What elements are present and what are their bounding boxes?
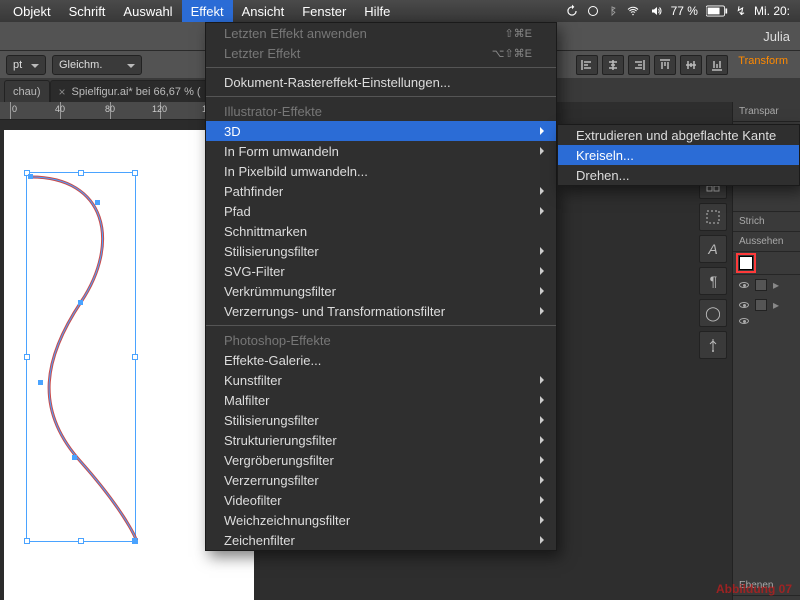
menu-item[interactable]: Weichzeichnungsfilter xyxy=(206,510,556,530)
menu-item[interactable]: In Form umwandeln xyxy=(206,141,556,161)
panel-tab-transparency[interactable]: Transpar xyxy=(739,106,779,117)
menu-item[interactable]: Verkrümmungsfilter xyxy=(206,281,556,301)
document-tab[interactable]: chau) xyxy=(4,80,50,102)
align-bottom-icon[interactable] xyxy=(706,55,728,75)
panel-icon-appearance[interactable]: ◯ xyxy=(699,299,727,327)
ruler-tick: 80 xyxy=(105,104,115,114)
user-label: Julia xyxy=(763,29,790,44)
visibility-icon[interactable] xyxy=(739,282,749,288)
menu-item[interactable]: Schnittmarken xyxy=(206,221,556,241)
stroke-profile-dropdown[interactable]: Gleichm. xyxy=(52,55,142,75)
chevron-right-icon[interactable]: ▸ xyxy=(773,298,779,312)
macos-menubar: Objekt Schrift Auswahl Effekt Ansicht Fe… xyxy=(0,0,800,22)
circle-icon xyxy=(587,5,599,17)
menu-objekt[interactable]: Objekt xyxy=(4,0,60,22)
ruler-tick: 40 xyxy=(55,104,65,114)
menu-item[interactable]: Zeichenfilter xyxy=(206,530,556,550)
align-center-icon[interactable] xyxy=(602,55,624,75)
clock: Mi. 20: xyxy=(754,4,790,18)
layer-swatch[interactable] xyxy=(755,299,767,311)
menu-item[interactable]: Kunstfilter xyxy=(206,370,556,390)
battery-percent: 77 % xyxy=(671,4,698,18)
menu-item[interactable]: Pfad xyxy=(206,201,556,221)
menu-item[interactable]: Effekte-Galerie... xyxy=(206,350,556,370)
fill-swatch[interactable] xyxy=(739,256,753,270)
menu-hilfe[interactable]: Hilfe xyxy=(355,0,399,22)
menu-item[interactable]: In Pixelbild umwandeln... xyxy=(206,161,556,181)
shortcut-label: ⌥⇧⌘E xyxy=(472,47,532,60)
effekt-menu[interactable]: Letzten Effekt anwenden⇧⌘E Letzter Effek… xyxy=(205,22,557,551)
menu-item[interactable]: Stilisierungsfilter xyxy=(206,410,556,430)
sync-icon xyxy=(565,4,579,18)
visibility-icon[interactable] xyxy=(739,318,749,324)
align-vcenter-icon[interactable] xyxy=(680,55,702,75)
chevron-right-icon[interactable]: ▸ xyxy=(773,278,779,292)
menu-item[interactable]: Pathfinder xyxy=(206,181,556,201)
menu-header-photoshop: Photoshop-Effekte xyxy=(206,330,556,350)
volume-icon xyxy=(649,5,663,17)
menu-auswahl[interactable]: Auswahl xyxy=(114,0,181,22)
menu-item[interactable]: Malfilter xyxy=(206,390,556,410)
watermark: Abbildung 07 xyxy=(716,582,792,596)
3d-submenu[interactable]: Extrudieren und abgeflachte KanteKreisel… xyxy=(557,124,800,186)
menu-effekt[interactable]: Effekt xyxy=(182,0,233,22)
visibility-icon[interactable] xyxy=(739,302,749,308)
panel-icon-usb[interactable] xyxy=(699,331,727,359)
panel-icon-dashed[interactable] xyxy=(699,203,727,231)
menu-fenster[interactable]: Fenster xyxy=(293,0,355,22)
panel-icon-type[interactable]: A xyxy=(699,235,727,263)
align-top-icon[interactable] xyxy=(654,55,676,75)
battery-icon xyxy=(706,5,728,17)
wifi-icon xyxy=(625,5,641,17)
status-tray: 77 % ↯ Mi. 20: xyxy=(565,4,796,18)
menu-item-last-effect-options: Letzter Effekt⌥⇧⌘E xyxy=(206,43,556,63)
ruler-tick: 0 xyxy=(12,104,17,114)
menu-item-raster-settings[interactable]: Dokument-Rastereffekt-Einstellungen... xyxy=(206,72,556,92)
submenu-item[interactable]: Drehen... xyxy=(558,165,799,185)
menu-item[interactable]: 3D xyxy=(206,121,556,141)
menu-item[interactable]: Verzerrungs- und Transformationsfilter xyxy=(206,301,556,321)
tab-label-prefix: chau) xyxy=(13,86,41,98)
selected-path[interactable] xyxy=(26,172,166,572)
tab-label: Spielfigur.ai* bei 66,67 % ( xyxy=(72,86,201,98)
menu-schrift[interactable]: Schrift xyxy=(60,0,115,22)
menu-item-last-effect: Letzten Effekt anwenden⇧⌘E xyxy=(206,23,556,43)
align-left-icon[interactable] xyxy=(576,55,598,75)
panel-tabstrip: A ¶ ◯ xyxy=(693,167,733,363)
ruler-tick: 120 xyxy=(152,104,167,114)
bluetooth-icon xyxy=(607,4,617,18)
menu-item[interactable]: Strukturierungsfilter xyxy=(206,430,556,450)
transform-link[interactable]: Transform xyxy=(732,55,794,75)
close-icon[interactable]: × xyxy=(59,85,66,99)
units-dropdown[interactable]: pt xyxy=(6,55,46,75)
align-right-icon[interactable] xyxy=(628,55,650,75)
menu-item[interactable]: Verzerrungsfilter xyxy=(206,470,556,490)
charging-icon: ↯ xyxy=(736,4,746,18)
menu-item[interactable]: Stilisierungsfilter xyxy=(206,241,556,261)
panel-icon-paragraph[interactable]: ¶ xyxy=(699,267,727,295)
shortcut-label: ⇧⌘E xyxy=(484,27,532,40)
aussehen-label[interactable]: Aussehen xyxy=(739,236,783,247)
submenu-item[interactable]: Extrudieren und abgeflachte Kante xyxy=(558,125,799,145)
document-tab-active[interactable]: × Spielfigur.ai* bei 66,67 % ( xyxy=(50,80,210,102)
menu-item[interactable]: Videofilter xyxy=(206,490,556,510)
menu-header-illustrator: Illustrator-Effekte xyxy=(206,101,556,121)
submenu-item[interactable]: Kreiseln... xyxy=(558,145,799,165)
menu-ansicht[interactable]: Ansicht xyxy=(233,0,294,22)
menu-item[interactable]: Vergröberungsfilter xyxy=(206,450,556,470)
menu-item[interactable]: SVG-Filter xyxy=(206,261,556,281)
layer-swatch[interactable] xyxy=(755,279,767,291)
strich-label: Strich xyxy=(739,216,765,227)
